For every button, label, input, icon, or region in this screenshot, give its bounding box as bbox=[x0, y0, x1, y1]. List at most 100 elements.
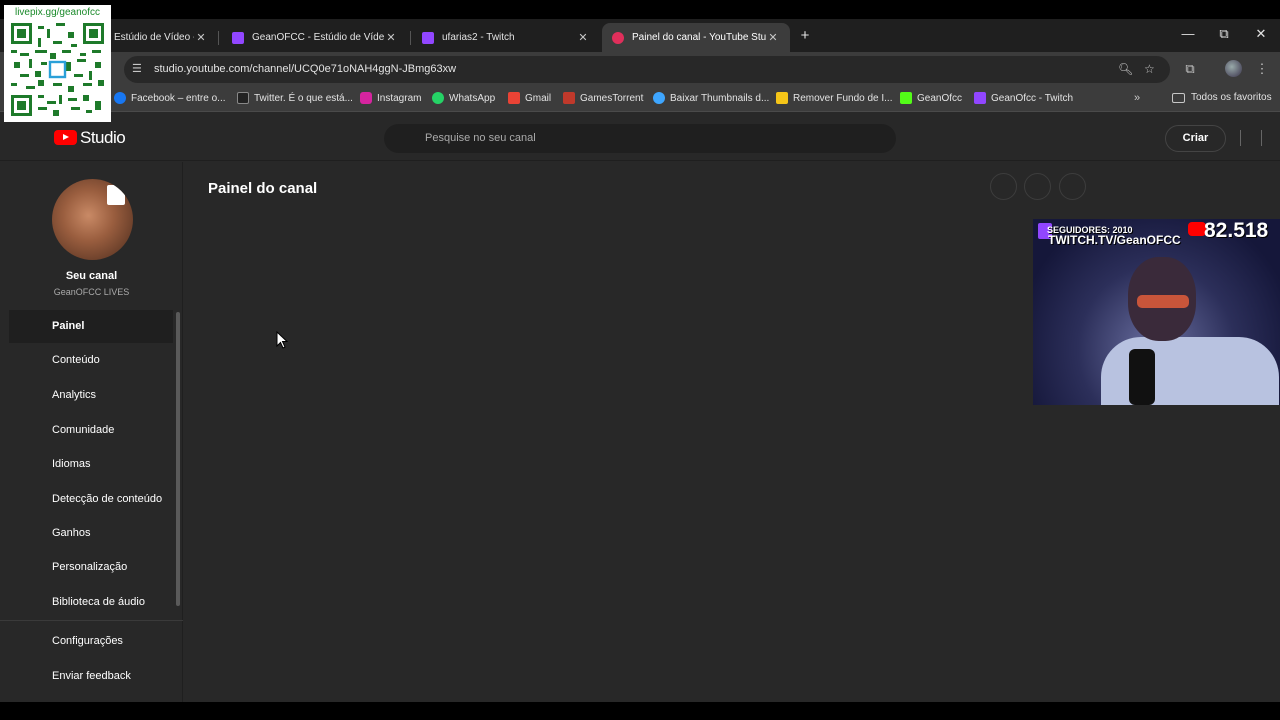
browser-menu-icon[interactable]: ⋮ bbox=[1253, 61, 1271, 77]
whatsapp-icon bbox=[432, 92, 444, 104]
restore-button[interactable]: ⧉ bbox=[1214, 26, 1234, 42]
streamer-webcam-overlay: SEGUIDORES: 2010 TWITCH.TV/GeanOFCC 82.5… bbox=[1033, 219, 1280, 405]
qr-label: livepix.gg/geanofcc bbox=[14, 7, 101, 18]
bookmark-label: Twitter. É o que está... bbox=[254, 92, 353, 104]
tab-close-icon[interactable]: ✕ bbox=[576, 31, 590, 44]
kick-icon bbox=[900, 92, 912, 104]
bookmark-label: GamesTorrent bbox=[580, 92, 644, 104]
top-black-strip bbox=[0, 0, 1280, 19]
bookmark-facebook[interactable]: Facebook – entre o... bbox=[114, 92, 226, 104]
bookmark-star-icon[interactable]: ☆ bbox=[1144, 62, 1155, 76]
sidebar-item-configuracoes[interactable]: Configurações bbox=[9, 625, 173, 658]
bookmark-gamestorrent[interactable]: GamesTorrent bbox=[563, 92, 643, 104]
bookmark-thumbnails[interactable]: Baixar Thumbnails d... bbox=[653, 92, 769, 104]
sidebar-item-comunidade[interactable]: Comunidade bbox=[9, 414, 173, 447]
tab-separator bbox=[410, 31, 411, 45]
tab-close-icon[interactable]: ✕ bbox=[384, 31, 398, 44]
webcam-glasses bbox=[1137, 295, 1189, 308]
livepix-qr-overlay: livepix.gg/geanofcc bbox=[4, 5, 111, 122]
bookmark-label: Remover Fundo de I... bbox=[793, 92, 893, 104]
mouse-cursor-icon bbox=[276, 331, 288, 349]
sidebar-item-biblioteca-audio[interactable]: Biblioteca de áudio bbox=[9, 586, 173, 619]
sidebar-item-ganhos[interactable]: Ganhos bbox=[9, 517, 173, 550]
sidebar-item-idiomas[interactable]: Idiomas bbox=[9, 448, 173, 481]
sidebar-item-painel[interactable]: Painel bbox=[9, 310, 173, 343]
screen: Estúdio de Vídeo - ✕ GeanOFCC - Estúdio … bbox=[0, 0, 1280, 720]
twitch-url-text: TWITCH.TV/GeanOFCC bbox=[1048, 233, 1181, 247]
browser-tab[interactable]: GeanOFCC - Estúdio de Vídeo - ✕ bbox=[222, 23, 408, 52]
new-tab-button[interactable]: + bbox=[797, 27, 813, 44]
account-avatar[interactable] bbox=[1240, 130, 1262, 146]
create-post-icon[interactable] bbox=[1059, 173, 1086, 200]
browser-tab-active[interactable]: Painel do canal - YouTube Studio ✕ bbox=[602, 23, 790, 52]
channel-search-input[interactable]: Pesquise no seu canal bbox=[384, 124, 896, 153]
studio-sidebar: Seu canal GeanOFCC LIVES Painel Conteúdo… bbox=[0, 162, 183, 702]
microphone-icon bbox=[1129, 349, 1155, 405]
bookmark-label: Gmail bbox=[525, 92, 552, 104]
bookmarks-bar: Facebook – entre o... Twitter. É o que e… bbox=[0, 87, 1280, 112]
site-settings-icon[interactable]: ☰ bbox=[132, 62, 142, 75]
all-bookmarks-label: Todos os favoritos bbox=[1191, 92, 1272, 103]
search-placeholder: Pesquise no seu canal bbox=[425, 132, 536, 144]
subscriber-count: 82.518 bbox=[1204, 219, 1269, 242]
sidebar-scrollbar[interactable] bbox=[176, 312, 180, 606]
close-window-button[interactable]: ✕ bbox=[1251, 26, 1271, 42]
upload-videos-icon[interactable] bbox=[990, 173, 1017, 200]
thumbnails-icon bbox=[653, 92, 665, 104]
gmail-icon bbox=[508, 92, 520, 104]
address-bar[interactable]: ☰ studio.youtube.com/channel/UCQ0e71oNAH… bbox=[124, 56, 1170, 83]
bookmark-label: GeanOfcc bbox=[917, 92, 963, 104]
browser-toolbar: ☰ studio.youtube.com/channel/UCQ0e71oNAH… bbox=[0, 52, 1280, 87]
tab-title: Painel do canal - YouTube Studio bbox=[632, 32, 766, 43]
create-button[interactable]: Criar bbox=[1165, 125, 1226, 152]
twitter-x-icon bbox=[237, 92, 249, 104]
sidebar-item-conteudo[interactable]: Conteúdo bbox=[9, 344, 173, 377]
facebook-icon bbox=[114, 92, 126, 104]
bookmark-twitter[interactable]: Twitter. É o que está... bbox=[237, 92, 353, 104]
sidebar-divider bbox=[0, 620, 183, 621]
tab-title: Estúdio de Vídeo - bbox=[114, 32, 194, 43]
sidebar-item-enviar-feedback[interactable]: Enviar feedback bbox=[9, 660, 173, 693]
url-text[interactable]: studio.youtube.com/channel/UCQ0e71oNAH4g… bbox=[154, 63, 456, 75]
instagram-icon bbox=[360, 92, 372, 104]
channel-name: GeanOFCC LIVES bbox=[53, 287, 130, 297]
bookmark-remover-fundo[interactable]: Remover Fundo de I... bbox=[776, 92, 893, 104]
bookmark-label: Facebook – entre o... bbox=[131, 92, 226, 104]
tab-title: GeanOFCC - Estúdio de Vídeo - bbox=[252, 32, 384, 43]
profile-avatar[interactable] bbox=[1225, 60, 1242, 77]
minimize-button[interactable]: — bbox=[1178, 26, 1198, 41]
browser-tab[interactable]: ufarias2 - Twitch ✕ bbox=[412, 23, 600, 52]
page-title: Painel do canal bbox=[208, 180, 318, 197]
browser-tab-bar: Estúdio de Vídeo - ✕ GeanOFCC - Estúdio … bbox=[0, 19, 1280, 52]
sidebar-item-deteccao[interactable]: Detecção de conteúdo bbox=[9, 483, 173, 516]
bookmark-label: Baixar Thumbnails d... bbox=[670, 92, 770, 104]
extensions-icon[interactable]: ⧉ bbox=[1181, 61, 1199, 77]
twitch-icon bbox=[974, 92, 986, 104]
sidebar-item-personalizacao[interactable]: Personalização bbox=[9, 551, 173, 584]
twitch-favicon-icon bbox=[422, 31, 434, 44]
bookmarks-overflow-icon[interactable]: » bbox=[1134, 92, 1140, 104]
bookmark-instagram[interactable]: Instagram bbox=[360, 92, 421, 104]
tab-title: ufarias2 - Twitch bbox=[442, 32, 515, 43]
bottom-black-strip bbox=[0, 702, 1280, 720]
browser-tab[interactable]: Estúdio de Vídeo - ✕ bbox=[104, 23, 218, 52]
channel-title: Seu canal bbox=[65, 270, 118, 282]
bookmark-twitch[interactable]: GeanOfcc - Twitch bbox=[974, 92, 1073, 104]
bookmark-whatsapp[interactable]: WhatsApp bbox=[432, 92, 495, 104]
twitch-favicon-icon bbox=[232, 31, 244, 44]
channel-avatar[interactable] bbox=[52, 179, 133, 260]
tab-close-icon[interactable]: ✕ bbox=[194, 31, 208, 44]
studio-logo-text[interactable]: Studio bbox=[80, 128, 126, 148]
bookmark-gmail[interactable]: Gmail bbox=[508, 92, 551, 104]
gamestorrent-icon bbox=[563, 92, 575, 104]
zoom-icon[interactable]: 🔍︎ bbox=[1118, 62, 1133, 76]
bookmark-kick[interactable]: GeanOfcc bbox=[900, 92, 962, 104]
remove-bg-icon bbox=[776, 92, 788, 104]
all-bookmarks-folder[interactable]: Todos os favoritos bbox=[1172, 92, 1272, 103]
go-live-icon[interactable] bbox=[1024, 173, 1051, 200]
tab-close-icon[interactable]: ✕ bbox=[766, 31, 780, 44]
tab-separator bbox=[218, 31, 219, 45]
sidebar-item-analytics[interactable]: Analytics bbox=[9, 379, 173, 412]
bookmark-label: WhatsApp bbox=[449, 92, 496, 104]
youtube-logo-icon[interactable] bbox=[54, 130, 77, 145]
